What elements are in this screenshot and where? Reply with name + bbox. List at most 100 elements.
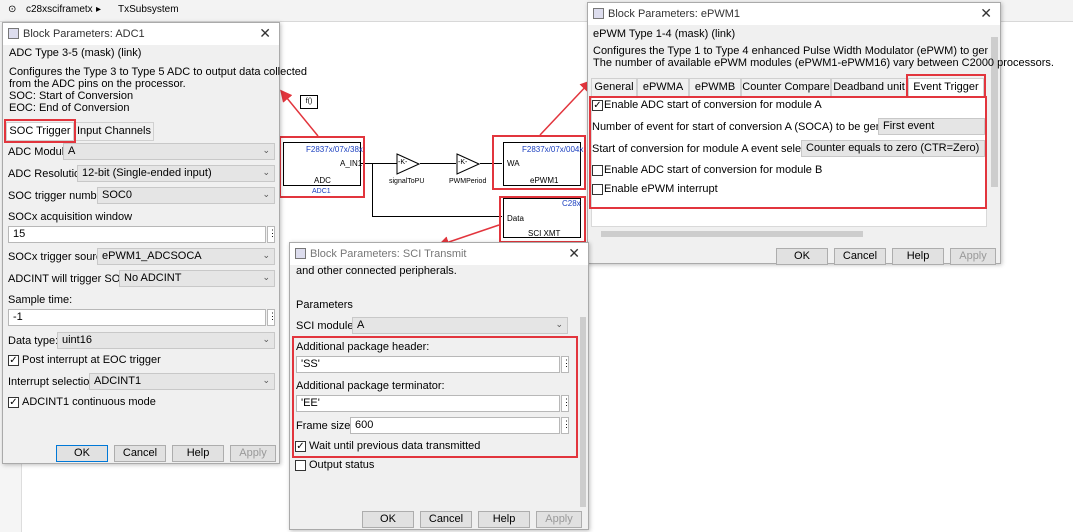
enable-soc-a-checkbox[interactable]: ✓ bbox=[592, 100, 603, 111]
chevron-down-icon: ⌄ bbox=[555, 319, 563, 329]
adc-module-select[interactable]: A ⌄ bbox=[63, 143, 275, 160]
tab-epwmb[interactable]: ePWMB bbox=[689, 78, 741, 97]
sample-time-label: Sample time: bbox=[8, 294, 73, 306]
resolution-label: ADC Resolution bbox=[8, 168, 87, 180]
close-icon[interactable]: ✕ bbox=[568, 245, 580, 262]
apply-button[interactable]: Apply bbox=[950, 248, 996, 265]
mask-heading: ePWM Type 1-4 (mask) (link) bbox=[593, 28, 736, 40]
tab-counter-compare[interactable]: Counter Compare bbox=[741, 78, 831, 97]
more-options-icon[interactable]: ⋮ bbox=[561, 356, 571, 373]
post-interrupt-label: Post interrupt at EOC trigger bbox=[22, 354, 161, 366]
apply-button[interactable]: Apply bbox=[230, 445, 276, 462]
frame-size-label: Frame size: bbox=[296, 420, 354, 432]
enable-interrupt-checkbox[interactable] bbox=[592, 184, 603, 195]
scrollbar-thumb[interactable] bbox=[601, 231, 863, 237]
frame-size-input[interactable]: 600 bbox=[350, 417, 560, 434]
cancel-button[interactable]: Cancel bbox=[114, 445, 166, 462]
num-event-label: Number of event for start of conversion … bbox=[592, 121, 917, 133]
sci-module-select[interactable]: A ⌄ bbox=[352, 317, 568, 334]
close-icon[interactable]: ✕ bbox=[259, 25, 271, 42]
vertical-scrollbar[interactable] bbox=[578, 267, 588, 513]
trigger-source-value: ePWM1_ADCSOCA bbox=[102, 250, 202, 262]
enable-soc-b-checkbox[interactable] bbox=[592, 165, 603, 176]
dialog-titlebar: Block Parameters: SCI Transmit ✕ bbox=[290, 243, 588, 265]
tab-input-channels[interactable]: Input Channels bbox=[74, 122, 154, 141]
output-status-label: Output status bbox=[309, 459, 375, 471]
description-line: Configures the Type 1 to Type 4 enhanced… bbox=[593, 45, 988, 57]
start-conversion-label: Start of conversion for module A event s… bbox=[592, 143, 828, 155]
dialog-title: Block Parameters: SCI Transmit bbox=[310, 248, 467, 260]
tab-deadband-unit[interactable]: Deadband unit bbox=[831, 78, 907, 97]
close-icon[interactable]: ✕ bbox=[980, 5, 992, 22]
dialog-titlebar: Block Parameters: ADC1 ✕ bbox=[3, 23, 279, 45]
mask-heading: ADC Type 3-5 (mask) (link) bbox=[9, 47, 142, 59]
data-type-label: Data type: bbox=[8, 335, 59, 347]
help-button[interactable]: Help bbox=[172, 445, 224, 462]
description-line: from the ADC pins on the processor. bbox=[9, 78, 186, 90]
acq-window-input[interactable]: 15 bbox=[8, 226, 266, 243]
event-trigger-panel bbox=[591, 97, 987, 227]
sci-transmit-parameters-dialog: Block Parameters: SCI Transmit ✕ and oth… bbox=[289, 242, 589, 530]
continuous-mode-checkbox[interactable]: ✓ bbox=[8, 397, 19, 408]
interrupt-selection-label: Interrupt selection bbox=[8, 376, 96, 388]
chevron-down-icon: ⌄ bbox=[262, 145, 270, 155]
chevron-down-icon: ⌄ bbox=[262, 250, 270, 260]
horizontal-scrollbar[interactable] bbox=[591, 229, 987, 239]
sci-module-value: A bbox=[357, 319, 365, 331]
wait-transmitted-checkbox[interactable]: ✓ bbox=[295, 441, 306, 452]
description-line: The number of available ePWM modules (eP… bbox=[593, 57, 1054, 69]
chevron-down-icon: ⌄ bbox=[262, 189, 270, 199]
continuous-mode-label: ADCINT1 continuous mode bbox=[22, 396, 156, 408]
trigger-number-value: SOC0 bbox=[102, 189, 132, 201]
adc-module-value: A bbox=[68, 145, 76, 157]
description-line: EOC: End of Conversion bbox=[9, 102, 130, 114]
dialog-title: Block Parameters: ePWM1 bbox=[608, 8, 741, 20]
resolution-value: 12-bit (Single-ended input) bbox=[82, 167, 212, 179]
interrupt-selection-select[interactable]: ADCINT1 ⌄ bbox=[89, 373, 275, 390]
more-options-icon[interactable]: ⋮ bbox=[561, 395, 571, 412]
more-options-icon[interactable]: ⋮ bbox=[267, 309, 277, 326]
ok-button[interactable]: OK bbox=[776, 248, 828, 265]
adcint-select[interactable]: No ADCINT ⌄ bbox=[119, 270, 275, 287]
description-line: Configures the Type 3 to Type 5 ADC to o… bbox=[9, 66, 308, 78]
tab-epwma[interactable]: ePWMA bbox=[637, 78, 689, 97]
chevron-down-icon: ⌄ bbox=[262, 334, 270, 344]
data-type-value: uint16 bbox=[62, 334, 92, 346]
trigger-source-label: SOCx trigger source bbox=[8, 251, 108, 263]
apply-button[interactable]: Apply bbox=[536, 511, 582, 528]
scrollbar-thumb[interactable] bbox=[580, 317, 586, 507]
simulink-icon bbox=[8, 28, 19, 39]
output-status-checkbox[interactable] bbox=[295, 460, 306, 471]
post-interrupt-checkbox[interactable]: ✓ bbox=[8, 355, 19, 366]
wait-transmitted-label: Wait until previous data transmitted bbox=[309, 440, 481, 452]
adcint-value: No ADCINT bbox=[124, 272, 182, 284]
chevron-down-icon: ⌄ bbox=[262, 375, 270, 385]
ok-button[interactable]: OK bbox=[362, 511, 414, 528]
trigger-source-select[interactable]: ePWM1_ADCSOCA ⌄ bbox=[97, 248, 275, 265]
cancel-button[interactable]: Cancel bbox=[834, 248, 886, 265]
resolution-select[interactable]: 12-bit (Single-ended input) ⌄ bbox=[77, 165, 275, 182]
description-tail: and other connected peripherals. bbox=[296, 265, 457, 277]
more-options-icon[interactable]: ⋮ bbox=[561, 417, 571, 434]
adc-block-parameters-dialog: Block Parameters: ADC1 ✕ ADC Type 3-5 (m… bbox=[2, 22, 307, 464]
interrupt-selection-value: ADCINT1 bbox=[94, 375, 142, 387]
package-header-input[interactable]: 'SS' bbox=[296, 356, 560, 373]
num-event-select[interactable]: First event bbox=[878, 118, 985, 135]
package-terminator-input[interactable]: 'EE' bbox=[296, 395, 560, 412]
trigger-number-select[interactable]: SOC0 ⌄ bbox=[97, 187, 275, 204]
data-type-select[interactable]: uint16 ⌄ bbox=[57, 332, 275, 349]
start-conversion-select[interactable]: Counter equals to zero (CTR=Zero) bbox=[801, 140, 985, 157]
tab-event-trigger[interactable]: Event Trigger bbox=[908, 78, 984, 97]
more-options-icon[interactable]: ⋮ bbox=[267, 226, 277, 243]
cancel-button[interactable]: Cancel bbox=[420, 511, 472, 528]
parameters-heading: Parameters bbox=[296, 299, 353, 311]
help-button[interactable]: Help bbox=[478, 511, 530, 528]
sample-time-input[interactable]: -1 bbox=[8, 309, 266, 326]
help-button[interactable]: Help bbox=[892, 248, 944, 265]
package-terminator-label: Additional package terminator: bbox=[296, 380, 445, 392]
ok-button[interactable]: OK bbox=[56, 445, 108, 462]
adc-module-label: ADC Module bbox=[8, 146, 71, 158]
enable-soc-a-label: Enable ADC start of conversion for modul… bbox=[604, 99, 822, 111]
tab-general[interactable]: General bbox=[591, 78, 637, 97]
tab-soc-trigger[interactable]: SOC Trigger bbox=[6, 122, 74, 141]
